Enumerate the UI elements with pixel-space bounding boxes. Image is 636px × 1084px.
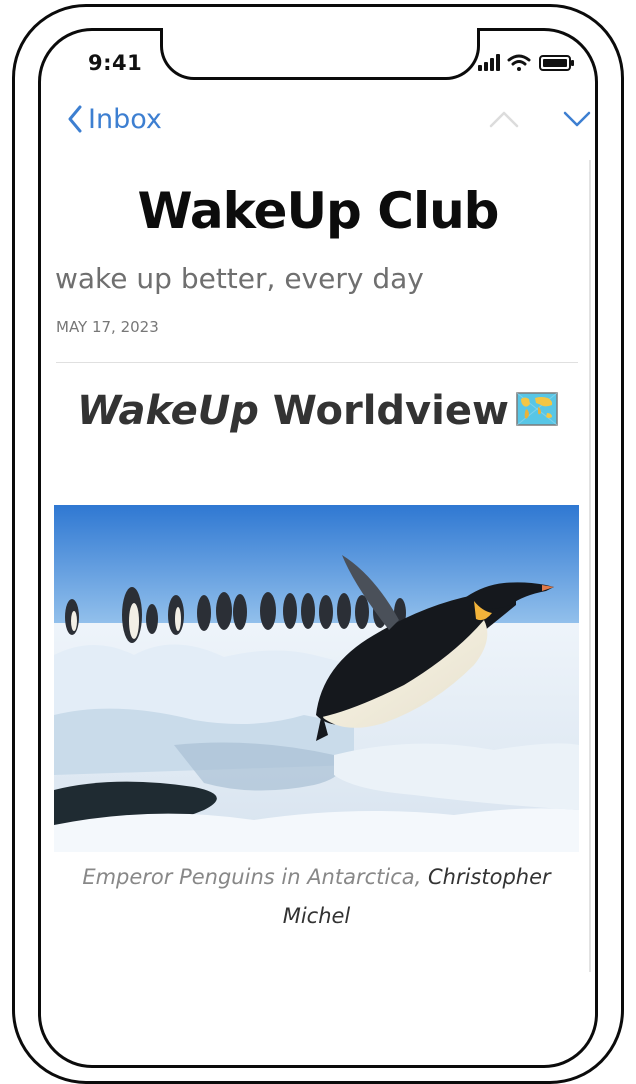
back-to-inbox-button[interactable]: Inbox xyxy=(66,102,162,136)
scroll-indicator xyxy=(589,160,591,972)
status-time: 9:41 xyxy=(88,51,143,75)
next-message-button[interactable] xyxy=(562,108,592,130)
wifi-icon xyxy=(507,54,531,71)
section-title-italic: WakeUp xyxy=(77,388,259,434)
previous-message-button[interactable] xyxy=(488,108,520,130)
device-notch xyxy=(160,28,480,80)
newsletter-title: WakeUp Club xyxy=(137,182,500,240)
back-label: Inbox xyxy=(88,103,162,135)
newsletter-tagline: wake up better, every day xyxy=(55,262,424,295)
world-map-icon xyxy=(516,392,558,426)
penguins-photo xyxy=(54,505,579,852)
section-title-rest: Worldview xyxy=(272,388,509,434)
chevron-up-icon xyxy=(489,111,519,128)
cellular-signal-icon xyxy=(478,54,500,71)
email-date: MAY 17, 2023 xyxy=(56,318,159,336)
caption-text: Emperor Penguins in Antarctica, xyxy=(82,865,422,889)
battery-icon xyxy=(539,55,574,71)
status-icons xyxy=(478,54,574,71)
section-title: WakeUp Worldview xyxy=(56,388,580,434)
chevron-down-icon xyxy=(563,111,591,127)
chevron-left-icon xyxy=(68,105,82,133)
image-caption: Emperor Penguins in Antarctica, Christop… xyxy=(54,858,579,936)
divider xyxy=(56,362,578,363)
